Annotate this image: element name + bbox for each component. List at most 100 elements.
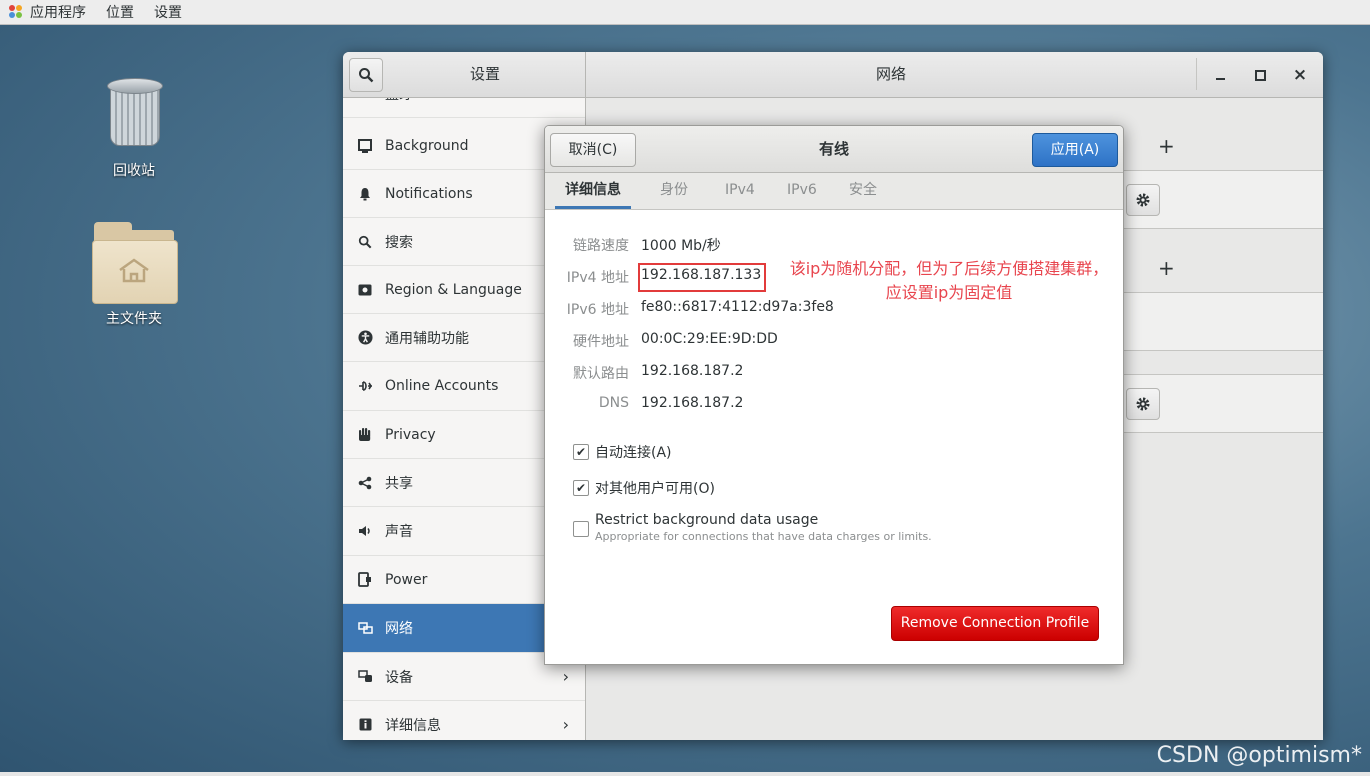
hand-icon: [357, 427, 373, 443]
bottom-strip: [0, 772, 1370, 776]
minimize-button[interactable]: [1207, 62, 1233, 88]
sidebar-item-label: 详细信息: [385, 717, 441, 734]
sidebar-item-label: 设备: [385, 669, 413, 686]
annotation-text: 该ip为随机分配，但为了后续方便搭建集群， 应设置ip为固定值: [771, 257, 1123, 305]
settings-headerbar: 设置 网络 ×: [343, 52, 1323, 98]
places-menu-label: 位置: [106, 5, 134, 21]
search-icon: [357, 234, 373, 250]
region-icon: [357, 282, 373, 298]
tab-security[interactable]: 安全: [849, 173, 877, 209]
csdn-watermark: CSDN @optimism*: [1156, 743, 1362, 768]
top-bar: 应用程序 位置 设置: [0, 0, 1370, 25]
desktop-trash[interactable]: 回收站: [74, 76, 194, 180]
sidebar-item-details[interactable]: 详细信息 ›: [343, 701, 585, 740]
chevron-right-icon: ›: [562, 667, 569, 686]
ipv6-label: IPv6 地址: [566, 302, 629, 318]
search-icon: [359, 68, 374, 83]
dialog-tabs: 详细信息 身份 IPv4 IPv6 安全: [545, 173, 1123, 210]
all-users-checkbox[interactable]: ✔: [573, 480, 589, 496]
gear-icon: [1136, 397, 1150, 411]
home-folder-icon: [92, 222, 178, 304]
settings-menu[interactable]: 设置: [144, 0, 192, 24]
devices-icon: [357, 669, 373, 685]
all-users-row[interactable]: ✔ 对其他用户可用(O): [573, 478, 715, 498]
desktop-home-folder[interactable]: 主文件夹: [74, 222, 194, 328]
power-icon: [357, 572, 373, 588]
ipv4-highlight-box: [638, 263, 766, 292]
panel-title: 网络: [875, 65, 906, 83]
maximize-button[interactable]: [1247, 62, 1273, 88]
desktop-home-folder-label: 主文件夹: [106, 311, 162, 327]
all-users-label: 对其他用户可用(O): [595, 481, 715, 497]
remove-connection-profile-button[interactable]: Remove Connection Profile: [891, 606, 1099, 641]
applications-menu[interactable]: 应用程序: [0, 0, 96, 24]
default-route-value: 192.168.187.2: [641, 363, 744, 379]
sidebar-item-label: Background: [385, 137, 469, 154]
auto-connect-row[interactable]: ✔ 自动连接(A): [573, 442, 672, 462]
close-icon: ×: [1292, 65, 1308, 85]
share-icon: [357, 475, 373, 491]
close-button[interactable]: ×: [1287, 62, 1313, 88]
minimize-icon: [1215, 78, 1225, 80]
sidebar-item-label: Notifications: [385, 185, 473, 202]
apply-button[interactable]: 应用(A): [1032, 133, 1118, 167]
settings-menu-label: 设置: [154, 5, 182, 21]
info-icon: [357, 717, 373, 733]
dns-value: 192.168.187.2: [641, 395, 744, 411]
accessibility-icon: [357, 330, 373, 346]
cancel-button[interactable]: 取消(C): [550, 133, 636, 167]
header-separator: [1196, 58, 1197, 90]
maximize-icon: [1254, 69, 1266, 81]
applications-menu-label: 应用程序: [30, 5, 86, 21]
restrict-data-checkbox[interactable]: [573, 521, 589, 537]
sidebar-item-label: 共享: [385, 475, 413, 492]
sidebar-item-bluetooth[interactable]: ✱ 蓝牙: [343, 98, 585, 118]
wired-dialog: 取消(C) 有线 应用(A) 详细信息 身份 IPv4 IPv6 安全 链路速度…: [544, 125, 1124, 665]
link-speed-label: 链路速度: [573, 238, 629, 254]
sidebar-item-label: Online Accounts: [385, 378, 499, 394]
background-icon: [357, 138, 373, 154]
sidebar-item-label: 声音: [385, 524, 413, 540]
sidebar-item-label: Region & Language: [385, 281, 522, 298]
search-button[interactable]: [349, 58, 383, 92]
annotation-line-1: 该ip为随机分配，但为了后续方便搭建集群，: [789, 259, 1109, 278]
network-icon: [357, 620, 373, 636]
auto-connect-label: 自动连接(A): [595, 445, 672, 461]
sidebar-item-label: 通用辅助功能: [385, 330, 469, 347]
tab-ipv6[interactable]: IPv6: [787, 173, 817, 209]
online-accounts-icon: [357, 378, 373, 394]
proxy-settings-button[interactable]: [1126, 388, 1160, 420]
gear-icon: [1136, 193, 1150, 207]
auto-connect-checkbox[interactable]: ✔: [573, 444, 589, 460]
add-wired-icon[interactable]: +: [1158, 134, 1175, 158]
bell-icon: [357, 186, 373, 202]
restrict-data-label: Restrict background data usage: [595, 512, 819, 528]
link-speed-value: 1000 Mb/秒: [641, 238, 721, 254]
sidebar-item-label: Privacy: [385, 426, 436, 443]
restrict-data-row[interactable]: Restrict background data usage Appropria…: [573, 512, 932, 543]
add-vpn-icon[interactable]: +: [1158, 256, 1175, 280]
tab-ipv4[interactable]: IPv4: [725, 173, 755, 209]
sidebar-item-label: 蓝牙: [385, 98, 413, 104]
bluetooth-icon: ✱: [357, 98, 373, 102]
sidebar-item-label: 搜索: [385, 234, 413, 251]
applications-icon: [8, 4, 24, 20]
tab-identity[interactable]: 身份: [660, 173, 688, 209]
default-route-label: 默认路由: [573, 366, 629, 382]
sidebar-header: 设置: [343, 52, 586, 97]
tab-details[interactable]: 详细信息: [555, 173, 631, 209]
sidebar-item-label: Power: [385, 571, 428, 588]
places-menu[interactable]: 位置: [96, 0, 144, 24]
dns-label: DNS: [598, 395, 629, 411]
dialog-header: 取消(C) 有线 应用(A): [545, 126, 1123, 173]
hardware-address-label: 硬件地址: [573, 334, 629, 350]
sidebar-item-label: 网络: [385, 621, 413, 637]
speaker-icon: [357, 523, 373, 539]
wired-settings-button[interactable]: [1126, 184, 1160, 216]
desktop-trash-label: 回收站: [113, 163, 155, 179]
trash-icon: [105, 76, 163, 148]
chevron-right-icon: ›: [562, 715, 569, 734]
hardware-address-value: 00:0C:29:EE:9D:DD: [641, 331, 778, 347]
annotation-line-2: 应设置ip为固定值: [885, 283, 1013, 302]
settings-title: 设置: [469, 65, 500, 83]
